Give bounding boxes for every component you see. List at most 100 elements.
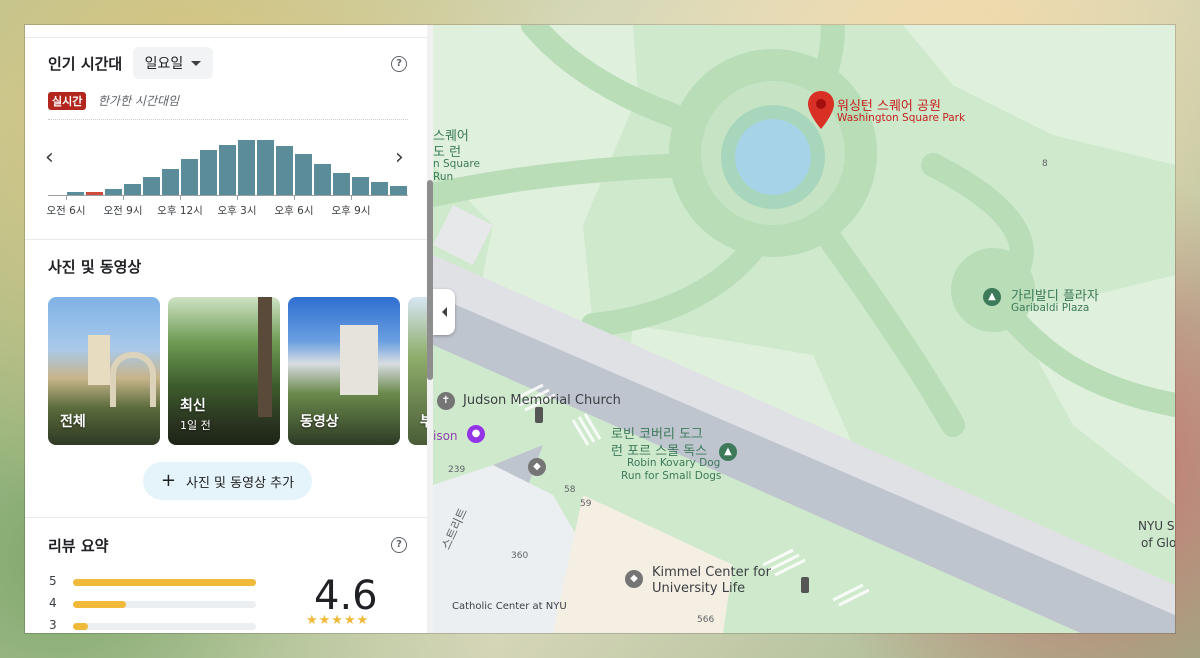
- photo-card-label: 동영상: [300, 414, 339, 430]
- help-icon[interactable]: ?: [391, 537, 407, 553]
- photo-card-video[interactable]: 동영상: [288, 297, 400, 445]
- church-icon[interactable]: ✝: [437, 392, 455, 410]
- chart-tick: [123, 196, 124, 200]
- map-number: 566: [697, 615, 715, 625]
- traffic-light-icon: [535, 407, 543, 423]
- map-number: 239: [448, 465, 466, 475]
- photo-card-label: 전체: [60, 414, 86, 430]
- map-number: 360: [511, 551, 529, 561]
- day-select-value: 일요일: [144, 56, 184, 72]
- popular-times-bar[interactable]: [143, 177, 160, 195]
- school-icon[interactable]: ◆: [625, 570, 643, 588]
- chart-tick: [180, 196, 181, 200]
- divider: [25, 239, 427, 240]
- chart-time-label: 오후 12시: [157, 205, 203, 217]
- photo-card-all[interactable]: 전체: [48, 297, 160, 445]
- building-shape: [340, 325, 378, 395]
- map-label-son[interactable]: ison: [433, 429, 458, 443]
- rating-star-label: 4: [49, 596, 57, 610]
- photo-card-label: 최신: [180, 398, 206, 414]
- tree-trunk-shape: [258, 297, 272, 417]
- popular-times-bar[interactable]: [371, 182, 388, 195]
- rating-star-label: 5: [49, 574, 57, 588]
- popular-times-bar[interactable]: [314, 164, 331, 195]
- park-icon[interactable]: ▲: [983, 288, 1001, 306]
- park-icon[interactable]: ▲: [719, 443, 737, 461]
- popular-times-bar[interactable]: [295, 153, 312, 195]
- chart-time-label: 오후 6시: [274, 205, 314, 217]
- photo-card-partial[interactable]: 부: [408, 297, 427, 445]
- map-label-garibaldi-en[interactable]: Garibaldi Plaza: [1011, 302, 1089, 314]
- photo-card-latest[interactable]: 최신 1일 전: [168, 297, 280, 445]
- map-label-nyu2[interactable]: of Glo: [1141, 536, 1175, 550]
- review-summary-title: 리뷰 요약: [48, 537, 109, 555]
- map-label-washington-en[interactable]: Washington Square Park: [837, 112, 965, 124]
- chart-time-label: 오전 6시: [46, 205, 86, 217]
- collapse-panel-button[interactable]: [433, 289, 455, 335]
- rating-bar-fill: [73, 579, 256, 586]
- map-label-dogrun-en2[interactable]: Run: [433, 171, 453, 183]
- map-label-kimmel2[interactable]: University Life: [652, 581, 745, 596]
- chart-tick: [294, 196, 295, 200]
- map-number: 58: [564, 485, 576, 495]
- chevron-left-icon: [441, 307, 447, 317]
- popular-times-bar[interactable]: [390, 186, 407, 195]
- school-icon[interactable]: ◆: [528, 458, 546, 476]
- maps-window: 인기 시간대 일요일 ? 실시간 한가한 시간대임 ‹ › 오전 6시 오전 9시…: [25, 25, 1175, 633]
- popular-times-bar[interactable]: [333, 172, 350, 195]
- map-canvas[interactable]: 워싱턴 스퀘어 공원 Washington Square Park 스퀘어 도 …: [433, 25, 1175, 633]
- arch-shape: [110, 352, 156, 407]
- map-label-dogrun-en[interactable]: n Square: [433, 158, 480, 170]
- popular-times-bar[interactable]: [124, 183, 141, 195]
- chart-tick: [351, 196, 352, 200]
- rating-bar[interactable]: [73, 601, 256, 608]
- purple-poi-icon[interactable]: ●: [467, 425, 485, 443]
- map-label-robin-en2[interactable]: Run for Small Dogs: [621, 470, 721, 482]
- day-select[interactable]: 일요일: [133, 47, 213, 79]
- rating-star-label: 3: [49, 618, 57, 632]
- map-label-nyu[interactable]: NYU S: [1138, 519, 1175, 533]
- live-status-text: 한가한 시간대임: [98, 94, 180, 108]
- chart-time-label: 오후 9시: [331, 205, 371, 217]
- divider: [25, 37, 427, 38]
- popular-times-bar[interactable]: [200, 150, 217, 195]
- add-photos-button[interactable]: + 사진 및 동영상 추가: [143, 462, 312, 500]
- rating-bar-fill: [73, 601, 127, 608]
- chart-tick: [66, 196, 67, 200]
- plus-icon: +: [160, 470, 176, 491]
- rating-bar[interactable]: [73, 623, 256, 630]
- popular-times-bar[interactable]: [352, 177, 369, 195]
- popular-times-chart: [48, 135, 408, 195]
- divider: [25, 517, 427, 518]
- chart-time-label: 오후 3시: [217, 205, 257, 217]
- chart-tick: [237, 196, 238, 200]
- map-svg: [433, 25, 1175, 633]
- rating-stars: ★★★★★: [306, 613, 370, 628]
- place-side-panel: 인기 시간대 일요일 ? 실시간 한가한 시간대임 ‹ › 오전 6시 오전 9시…: [25, 25, 427, 633]
- traffic-light-icon: [801, 577, 809, 593]
- dropdown-triangle-icon: [191, 60, 202, 66]
- popular-times-title: 인기 시간대: [48, 55, 123, 73]
- help-icon[interactable]: ?: [391, 56, 407, 72]
- popular-times-bar[interactable]: [162, 169, 179, 195]
- popular-times-bar[interactable]: [181, 158, 198, 195]
- popular-times-bar[interactable]: [238, 140, 255, 195]
- popular-times-bar[interactable]: [219, 144, 236, 195]
- add-photos-label: 사진 및 동영상 추가: [186, 475, 295, 491]
- popular-times-bar[interactable]: [276, 145, 293, 195]
- chart-time-label: 오전 9시: [103, 205, 143, 217]
- map-number: 59: [580, 499, 592, 509]
- map-pin-icon[interactable]: [808, 91, 834, 129]
- map-number: 8: [1042, 159, 1048, 169]
- rating-bar-fill: [73, 623, 88, 630]
- map-label-kimmel[interactable]: Kimmel Center for: [652, 565, 771, 580]
- dotted-divider: [48, 119, 408, 120]
- map-label-robin-en[interactable]: Robin Kovary Dog: [627, 457, 720, 469]
- photo-card-sublabel: 1일 전: [180, 419, 211, 432]
- map-label-judson[interactable]: Judson Memorial Church: [463, 393, 621, 408]
- photos-title: 사진 및 동영상: [48, 258, 142, 276]
- rating-bar[interactable]: [73, 579, 256, 586]
- popular-times-bar[interactable]: [257, 140, 274, 195]
- building-shape: [88, 335, 110, 385]
- map-label-catholic[interactable]: Catholic Center at NYU: [452, 601, 567, 612]
